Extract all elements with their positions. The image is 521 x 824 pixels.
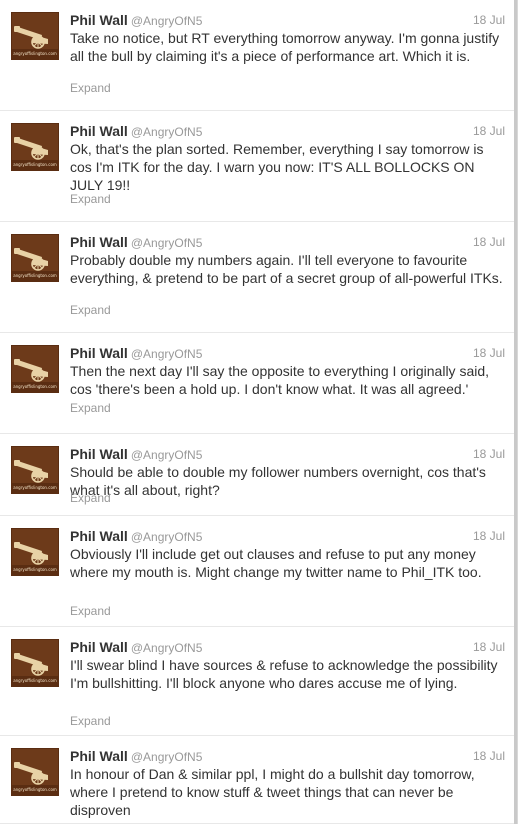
author-name[interactable]: Phil Wall (70, 639, 128, 655)
author-name[interactable]: Phil Wall (70, 123, 128, 139)
tweet-header: Phil Wall @AngryOfN5 18 Jul (70, 233, 505, 251)
avatar-caption: angryoffislington.com (13, 162, 57, 167)
avatar-caption: angryoffislington.com (13, 678, 57, 683)
author-handle[interactable]: @AngryOfN5 (131, 448, 203, 462)
avatar[interactable]: angryoffislington.com (11, 123, 59, 171)
tweet-date[interactable]: 18 Jul (473, 233, 505, 251)
author-handle[interactable]: @AngryOfN5 (131, 14, 203, 28)
tweet-text: Take no notice, but RT everything tomorr… (70, 30, 500, 64)
tweet-date[interactable]: 18 Jul (473, 527, 505, 545)
expand-link[interactable]: Expand (70, 401, 111, 415)
avatar[interactable]: angryoffislington.com (11, 639, 59, 687)
tweet-header: Phil Wall @AngryOfN5 18 Jul (70, 122, 505, 140)
tweet-item[interactable]: angryoffislington.com Phil Wall @AngryOfN… (0, 222, 517, 333)
avatar-caption: angryoffislington.com (13, 51, 57, 56)
tweet-date[interactable]: 18 Jul (473, 122, 505, 140)
author-name[interactable]: Phil Wall (70, 748, 128, 764)
avatar-caption: angryoffislington.com (13, 787, 57, 792)
author-handle[interactable]: @AngryOfN5 (131, 750, 203, 764)
author-name[interactable]: Phil Wall (70, 528, 128, 544)
tweet-header: Phil Wall @AngryOfN5 18 Jul (70, 445, 505, 463)
tweet-list: angryoffislington.com Phil Wall @AngryOfN… (0, 0, 517, 824)
avatar-caption: angryoffislington.com (13, 384, 57, 389)
tweet-text: Ok, that's the plan sorted. Remember, ev… (70, 141, 484, 193)
expand-link[interactable]: Expand (70, 303, 111, 317)
tweet-date[interactable]: 18 Jul (473, 11, 505, 29)
author-name[interactable]: Phil Wall (70, 12, 128, 28)
author-name[interactable]: Phil Wall (70, 446, 128, 462)
avatar[interactable]: angryoffislington.com (11, 12, 59, 60)
tweet-date[interactable]: 18 Jul (473, 747, 505, 765)
author-handle[interactable]: @AngryOfN5 (131, 641, 203, 655)
avatar[interactable]: angryoffislington.com (11, 748, 59, 796)
author-name[interactable]: Phil Wall (70, 234, 128, 250)
tweet-text: Probably double my numbers again. I'll t… (70, 252, 503, 286)
tweet-item[interactable]: angryoffislington.com Phil Wall @AngryOfN… (0, 333, 517, 434)
tweet-item[interactable]: angryoffislington.com Phil Wall @AngryOfN… (0, 111, 517, 222)
tweet-header: Phil Wall @AngryOfN5 18 Jul (70, 344, 505, 362)
tweet-header: Phil Wall @AngryOfN5 18 Jul (70, 638, 505, 656)
expand-link[interactable]: Expand (70, 491, 111, 505)
tweet-item[interactable]: angryoffislington.com Phil Wall @AngryOfN… (0, 627, 517, 736)
author-name[interactable]: Phil Wall (70, 345, 128, 361)
tweet-item[interactable]: angryoffislington.com Phil Wall @AngryOfN… (0, 0, 517, 111)
tweet-text: Should be able to double my follower num… (70, 464, 486, 498)
expand-link[interactable]: Expand (70, 604, 111, 618)
tweet-item[interactable]: angryoffislington.com Phil Wall @AngryOfN… (0, 736, 517, 824)
tweet-feed: angryoffislington.com Phil Wall @AngryOfN… (0, 0, 518, 824)
expand-link[interactable]: Expand (70, 81, 111, 95)
tweet-text: In honour of Dan & similar ppl, I might … (70, 766, 475, 818)
avatar[interactable]: angryoffislington.com (11, 345, 59, 393)
avatar[interactable]: angryoffislington.com (11, 234, 59, 282)
expand-link[interactable]: Expand (70, 192, 111, 206)
tweet-text: Obviously I'll include get out clauses a… (70, 546, 482, 580)
tweet-item[interactable]: angryoffislington.com Phil Wall @AngryOfN… (0, 516, 517, 627)
tweet-item[interactable]: angryoffislington.com Phil Wall @AngryOfN… (0, 434, 517, 516)
author-handle[interactable]: @AngryOfN5 (131, 236, 203, 250)
author-handle[interactable]: @AngryOfN5 (131, 347, 203, 361)
avatar[interactable]: angryoffislington.com (11, 528, 59, 576)
avatar-caption: angryoffislington.com (13, 273, 57, 278)
avatar-caption: angryoffislington.com (13, 567, 57, 572)
avatar[interactable]: angryoffislington.com (11, 446, 59, 494)
tweet-date[interactable]: 18 Jul (473, 638, 505, 656)
tweet-header: Phil Wall @AngryOfN5 18 Jul (70, 527, 505, 545)
tweet-text: I'll swear blind I have sources & refuse… (70, 657, 498, 691)
tweet-header: Phil Wall @AngryOfN5 18 Jul (70, 747, 505, 765)
author-handle[interactable]: @AngryOfN5 (131, 125, 203, 139)
expand-link[interactable]: Expand (70, 714, 111, 728)
scrollbar[interactable] (514, 0, 517, 824)
avatar-caption: angryoffislington.com (13, 485, 57, 490)
tweet-header: Phil Wall @AngryOfN5 18 Jul (70, 11, 505, 29)
author-handle[interactable]: @AngryOfN5 (131, 530, 203, 544)
tweet-date[interactable]: 18 Jul (473, 445, 505, 463)
tweet-text: Then the next day I'll say the opposite … (70, 363, 490, 397)
tweet-date[interactable]: 18 Jul (473, 344, 505, 362)
